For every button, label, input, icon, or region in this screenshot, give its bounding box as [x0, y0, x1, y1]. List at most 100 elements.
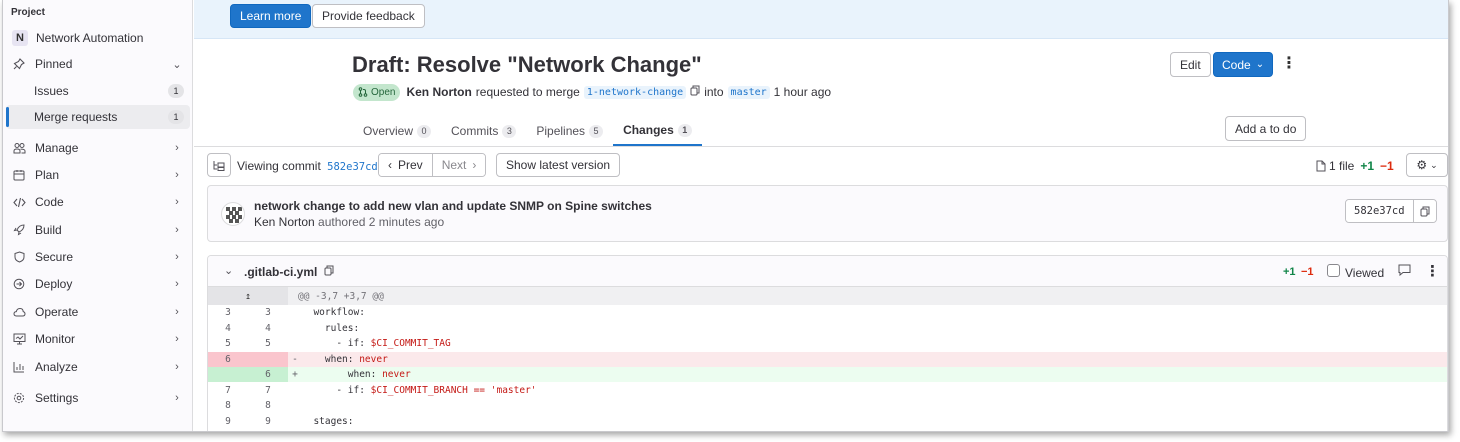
- hunk-header: ↥ @@ -3,7 +3,7 @@: [208, 287, 1447, 305]
- target-branch[interactable]: master: [727, 85, 770, 99]
- provide-feedback-button[interactable]: Provide feedback: [312, 4, 425, 28]
- tab-label: Pipelines: [536, 124, 586, 138]
- tab-changes[interactable]: Changes 1: [613, 116, 702, 146]
- old-line-number[interactable]: 6: [208, 351, 248, 367]
- hunk-header-text: @@ -3,7 +3,7 @@: [298, 290, 384, 302]
- tab-count: 1: [677, 123, 692, 137]
- sidebar-pinned-toggle[interactable]: Pinned ⌄: [6, 52, 190, 76]
- file-additions: +1: [1283, 266, 1296, 278]
- project-avatar: N: [12, 30, 28, 46]
- sidebar-item-label: Merge requests: [34, 110, 118, 124]
- file-tree-toggle-button[interactable]: [207, 153, 231, 177]
- sidebar-item-manage[interactable]: Manage ›: [6, 136, 190, 160]
- chevron-right-icon: ›: [175, 361, 179, 373]
- code-text: - if: $CI_COMMIT_TAG: [302, 338, 451, 349]
- copy-icon[interactable]: [690, 85, 700, 99]
- sidebar-item-monitor[interactable]: Monitor ›: [6, 327, 190, 351]
- mr-tabs: Overview 0 Commits 3 Pipelines 5 Changes…: [353, 116, 702, 146]
- sidebar-item-plan[interactable]: Plan ›: [6, 163, 190, 187]
- comment-icon[interactable]: [1398, 264, 1411, 279]
- sidebar-project-link[interactable]: N Network Automation: [6, 26, 190, 50]
- tab-label: Commits: [451, 124, 499, 138]
- tab-commits[interactable]: Commits 3: [441, 116, 526, 146]
- tab-count: 3: [502, 124, 517, 138]
- diff-line: 55 - if: $CI_COMMIT_TAG: [208, 336, 1447, 351]
- show-latest-version-button[interactable]: Show latest version: [496, 153, 621, 177]
- feedback-banner: Learn more Provide feedback: [194, 0, 1448, 39]
- old-line-number[interactable]: [208, 367, 248, 382]
- edit-button[interactable]: Edit: [1170, 52, 1211, 77]
- additions-count: +1: [1360, 159, 1375, 173]
- avatar: [221, 202, 245, 226]
- status-badge: Open: [353, 83, 401, 101]
- file-header: ⌄ .gitlab-ci.yml +1 −1 Viewed ⋮: [208, 256, 1447, 287]
- commit-sha-group: 582e37cd: [1345, 199, 1437, 223]
- commit-message[interactable]: network change to add new vlan and updat…: [254, 199, 652, 213]
- chevron-left-icon: ‹: [388, 158, 392, 172]
- new-line-number[interactable]: 5: [248, 336, 288, 351]
- old-line-number[interactable]: 3: [208, 305, 248, 320]
- new-line-number[interactable]: [248, 351, 288, 367]
- copy-file-path-icon[interactable]: [324, 265, 334, 279]
- app-window: Project N Network Automation Pinned ⌄ Is…: [2, 0, 1449, 432]
- sidebar-item-issues[interactable]: Issues 1: [6, 79, 190, 103]
- copy-icon: [1420, 206, 1430, 216]
- mr-author-link[interactable]: Ken Norton: [406, 85, 471, 99]
- sidebar-item-operate[interactable]: Operate ›: [6, 300, 190, 324]
- merge-request-icon: [358, 87, 368, 97]
- copy-sha-button[interactable]: [1412, 200, 1436, 222]
- tab-overview[interactable]: Overview 0: [353, 116, 441, 146]
- old-line-number[interactable]: 4: [208, 320, 248, 336]
- new-line-number[interactable]: 4: [248, 320, 288, 336]
- commit-sha-link[interactable]: 582e37cd: [327, 161, 378, 173]
- commit-author-link[interactable]: Ken Norton: [254, 215, 315, 229]
- learn-more-button[interactable]: Learn more: [230, 4, 312, 28]
- tabs-divider: [194, 146, 1448, 147]
- more-actions-icon[interactable]: ⋮: [1281, 54, 1297, 74]
- expand-up-icon[interactable]: ↥: [208, 287, 288, 305]
- chevron-down-icon[interactable]: ⌄: [224, 264, 233, 277]
- new-line-number[interactable]: 6: [248, 367, 288, 382]
- code-dropdown-button[interactable]: Code ⌄: [1213, 52, 1274, 77]
- chevron-down-icon: ⌄: [1430, 159, 1438, 170]
- file-name[interactable]: .gitlab-ci.yml: [244, 265, 317, 279]
- sidebar-item-secure[interactable]: Secure ›: [6, 245, 190, 269]
- viewed-label[interactable]: Viewed: [1345, 266, 1384, 280]
- diff-sign: +: [292, 369, 298, 380]
- diff-line: 77 - if: $CI_COMMIT_BRANCH == 'master': [208, 382, 1447, 398]
- old-line-number[interactable]: 8: [208, 398, 248, 413]
- old-line-number[interactable]: 9: [208, 413, 248, 429]
- chevron-right-icon: ›: [175, 142, 179, 154]
- sidebar-item-merge-requests[interactable]: Merge requests 1: [6, 105, 190, 129]
- next-commit-button[interactable]: Next ›: [432, 154, 486, 176]
- sidebar-item-label: Settings: [35, 391, 79, 405]
- sidebar-item-build[interactable]: Build ›: [6, 218, 190, 242]
- old-line-number[interactable]: 5: [208, 336, 248, 351]
- new-line-number[interactable]: 9: [248, 413, 288, 429]
- sidebar-item-label: Monitor: [35, 332, 76, 346]
- sidebar-item-label: Deploy: [35, 277, 73, 291]
- chevron-right-icon: ›: [175, 224, 179, 236]
- new-line-number[interactable]: 8: [248, 398, 288, 413]
- monitor-icon: [12, 332, 26, 346]
- sidebar-item-code[interactable]: Code ›: [6, 190, 190, 214]
- code-text: rules:: [302, 322, 360, 334]
- viewed-checkbox[interactable]: [1327, 264, 1340, 277]
- sidebar-item-analyze[interactable]: Analyze ›: [6, 355, 190, 379]
- tab-pipelines[interactable]: Pipelines 5: [526, 116, 613, 146]
- new-line-number[interactable]: 3: [248, 305, 288, 320]
- tab-label: Changes: [623, 123, 674, 137]
- add-todo-button[interactable]: Add a to do: [1225, 116, 1307, 141]
- sidebar-item-settings[interactable]: Settings ›: [6, 386, 190, 410]
- more-file-actions-icon[interactable]: ⋮: [1425, 262, 1440, 280]
- new-line-number[interactable]: 7: [248, 382, 288, 398]
- sidebar-item-deploy[interactable]: Deploy ›: [6, 272, 190, 296]
- source-branch[interactable]: 1-network-change: [583, 85, 687, 99]
- commit-author-line: Ken Norton authored 2 minutes ago: [254, 215, 444, 229]
- prev-commit-button[interactable]: ‹ Prev: [379, 154, 433, 176]
- old-line-number[interactable]: 7: [208, 382, 248, 398]
- chevron-right-icon: ›: [175, 196, 179, 208]
- shield-icon: [12, 250, 26, 264]
- commit-sha-button[interactable]: 582e37cd: [1346, 200, 1413, 222]
- diff-settings-button[interactable]: ⚙ ⌄: [1406, 153, 1448, 177]
